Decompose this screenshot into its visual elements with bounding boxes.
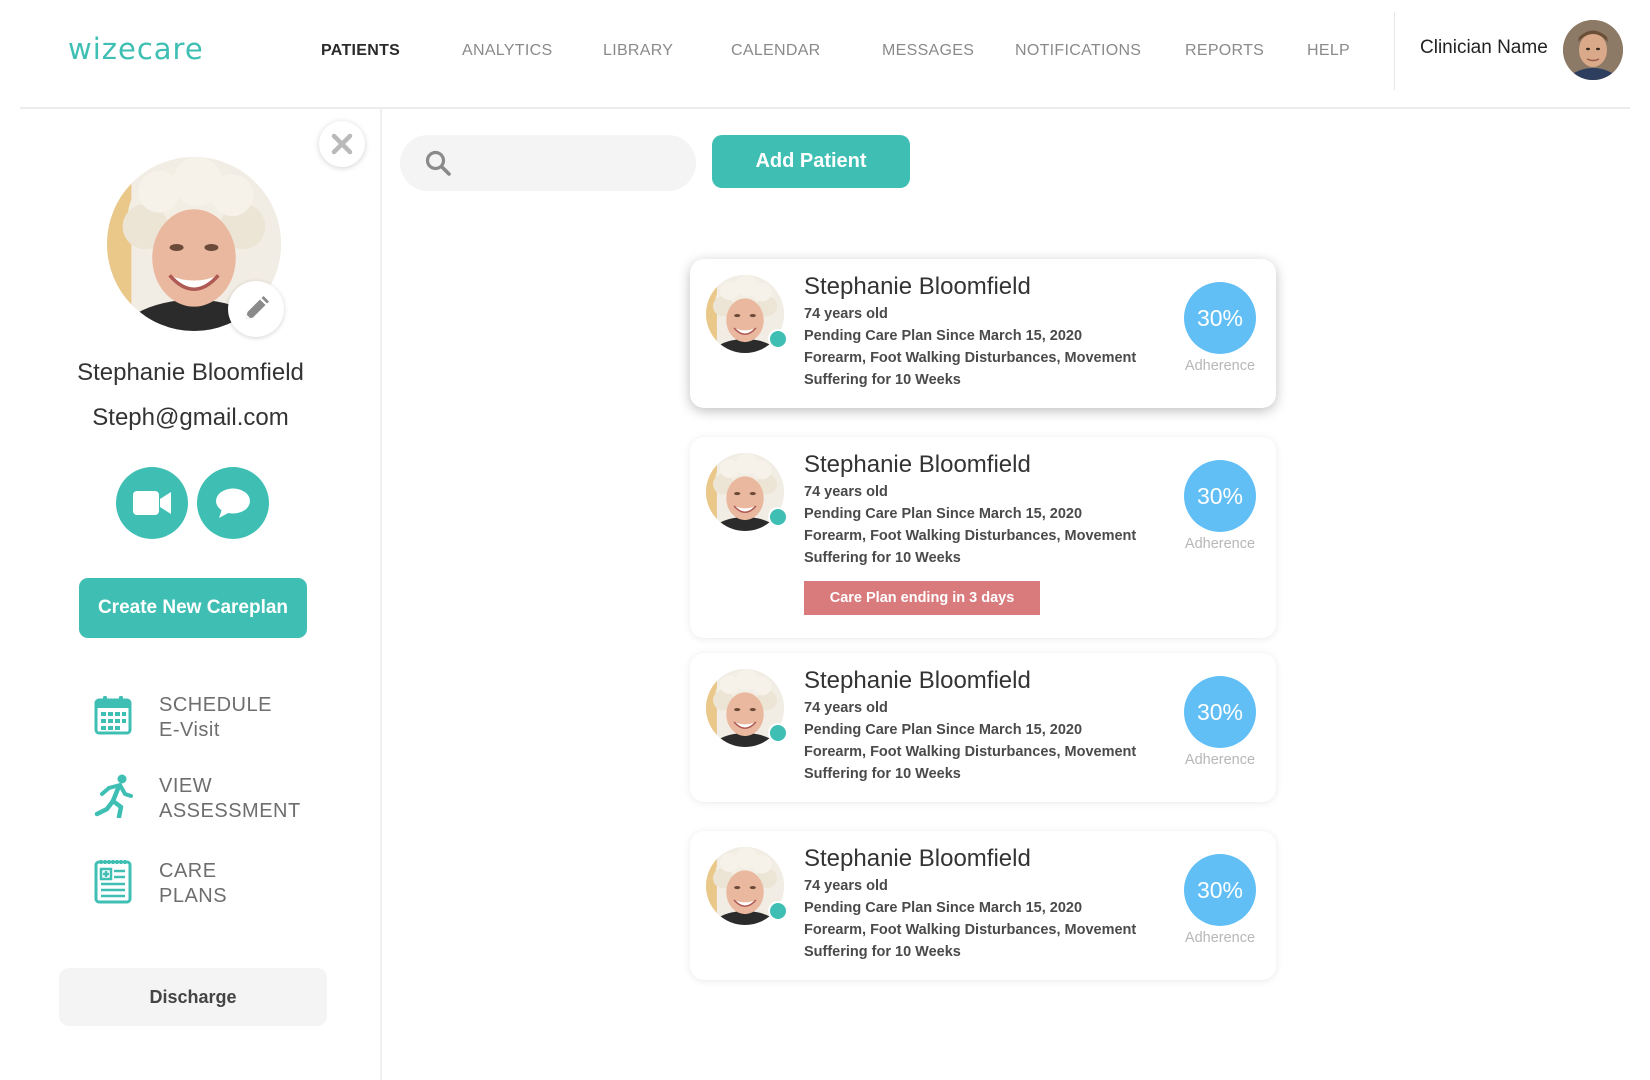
top-header: wizecare PATIENTS ANALYTICS LIBRARY CALE… bbox=[0, 0, 1650, 108]
nav-library[interactable]: LIBRARY bbox=[603, 42, 673, 60]
nav-analytics[interactable]: ANALYTICS bbox=[462, 42, 552, 60]
adherence-badge: 30% bbox=[1184, 460, 1256, 532]
patient-card-name: Stephanie Bloomfield bbox=[804, 273, 1031, 300]
careplans-label-line1: CARE bbox=[159, 860, 217, 882]
online-status-dot bbox=[768, 507, 788, 527]
adherence-badge: 30% bbox=[1184, 282, 1256, 354]
patient-card-name: Stephanie Bloomfield bbox=[804, 451, 1031, 478]
clinician-name[interactable]: Clinician Name bbox=[1420, 37, 1548, 59]
nav-messages[interactable]: MESSAGES bbox=[882, 42, 974, 60]
patient-card-status: Pending Care Plan Since March 15, 2020 bbox=[804, 328, 1083, 344]
patient-card-age: 74 years old bbox=[804, 878, 888, 894]
patient-email: Steph@gmail.com bbox=[92, 404, 289, 431]
adherence-label: Adherence bbox=[1184, 536, 1256, 552]
close-icon bbox=[331, 133, 353, 155]
patient-card-conditions: Forearm, Foot Walking Disturbances, Move… bbox=[804, 744, 1137, 760]
patient-card-duration: Suffering for 10 Weeks bbox=[804, 372, 961, 388]
create-careplan-button[interactable]: Create New Careplan bbox=[79, 578, 307, 638]
wizecare-logo[interactable]: wizecare bbox=[68, 32, 204, 66]
patient-card-duration: Suffering for 10 Weeks bbox=[804, 550, 961, 566]
patient-card-status: Pending Care Plan Since March 15, 2020 bbox=[804, 900, 1083, 916]
pencil-icon bbox=[246, 296, 269, 319]
patient-card-status: Pending Care Plan Since March 15, 2020 bbox=[804, 722, 1083, 738]
adherence-label: Adherence bbox=[1184, 930, 1256, 946]
sidebar-divider bbox=[380, 109, 382, 1080]
view-assessment-link[interactable]: VIEW ASSESSMENT bbox=[92, 774, 300, 822]
online-status-dot bbox=[768, 723, 788, 743]
close-button[interactable] bbox=[319, 121, 365, 167]
patient-card-conditions: Forearm, Foot Walking Disturbances, Move… bbox=[804, 528, 1137, 544]
discharge-button[interactable]: Discharge bbox=[59, 968, 327, 1026]
video-call-button[interactable] bbox=[116, 467, 188, 539]
clinician-avatar[interactable] bbox=[1563, 20, 1623, 80]
nav-calendar[interactable]: CALENDAR bbox=[731, 42, 821, 60]
adherence-label: Adherence bbox=[1184, 358, 1256, 374]
careplan-ending-alert: Care Plan ending in 3 days bbox=[804, 581, 1040, 615]
schedule-label-line1: SCHEDULE bbox=[159, 694, 272, 716]
assessment-label-line2: ASSESSMENT bbox=[159, 800, 301, 822]
patient-card[interactable]: Stephanie Bloomfield 74 years old Pendin… bbox=[690, 259, 1276, 408]
header-divider bbox=[1394, 12, 1395, 90]
search-input[interactable] bbox=[464, 143, 684, 183]
patient-card[interactable]: Stephanie Bloomfield 74 years old Pendin… bbox=[690, 831, 1276, 980]
patient-card[interactable]: Stephanie Bloomfield 74 years old Pendin… bbox=[690, 653, 1276, 802]
patient-card-conditions: Forearm, Foot Walking Disturbances, Move… bbox=[804, 350, 1137, 366]
assessment-label-line1: VIEW bbox=[159, 775, 213, 797]
patient-name: Stephanie Bloomfield bbox=[77, 359, 304, 386]
nav-notifications[interactable]: NOTIFICATIONS bbox=[1015, 42, 1141, 60]
care-plans-link[interactable]: CARE PLANS bbox=[92, 859, 227, 907]
patient-card-age: 74 years old bbox=[804, 306, 888, 322]
online-status-dot bbox=[768, 901, 788, 921]
online-status-dot bbox=[768, 329, 788, 349]
running-person-icon bbox=[94, 774, 133, 818]
adherence-badge: 30% bbox=[1184, 676, 1256, 748]
careplans-label-line2: PLANS bbox=[159, 885, 228, 907]
adherence-badge: 30% bbox=[1184, 854, 1256, 926]
schedule-evisit-link[interactable]: SCHEDULE E-Visit bbox=[92, 693, 271, 741]
patient-card-status: Pending Care Plan Since March 15, 2020 bbox=[804, 506, 1083, 522]
chat-button[interactable] bbox=[197, 467, 269, 539]
nav-reports[interactable]: REPORTS bbox=[1185, 42, 1264, 60]
patient-card-name: Stephanie Bloomfield bbox=[804, 667, 1031, 694]
patient-card-age: 74 years old bbox=[804, 700, 888, 716]
calendar-icon bbox=[94, 696, 132, 735]
patient-card-conditions: Forearm, Foot Walking Disturbances, Move… bbox=[804, 922, 1137, 938]
search-icon bbox=[425, 150, 451, 176]
nav-help[interactable]: HELP bbox=[1307, 42, 1350, 60]
patient-card-age: 74 years old bbox=[804, 484, 888, 500]
clipboard-icon bbox=[94, 860, 132, 904]
patient-card-name: Stephanie Bloomfield bbox=[804, 845, 1031, 872]
chat-bubble-icon bbox=[216, 488, 250, 518]
video-camera-icon bbox=[133, 491, 171, 515]
nav-patients[interactable]: PATIENTS bbox=[321, 42, 400, 60]
patient-card-duration: Suffering for 10 Weeks bbox=[804, 766, 961, 782]
patient-card[interactable]: Stephanie Bloomfield 74 years old Pendin… bbox=[690, 437, 1276, 638]
schedule-label-line2: E-Visit bbox=[159, 719, 220, 741]
edit-photo-button[interactable] bbox=[228, 281, 284, 337]
search-bar[interactable] bbox=[400, 135, 696, 191]
patient-card-duration: Suffering for 10 Weeks bbox=[804, 944, 961, 960]
patient-sidebar: Stephanie Bloomfield Steph@gmail.com Cre… bbox=[0, 109, 381, 1080]
adherence-label: Adherence bbox=[1184, 752, 1256, 768]
add-patient-button[interactable]: Add Patient bbox=[712, 135, 910, 188]
